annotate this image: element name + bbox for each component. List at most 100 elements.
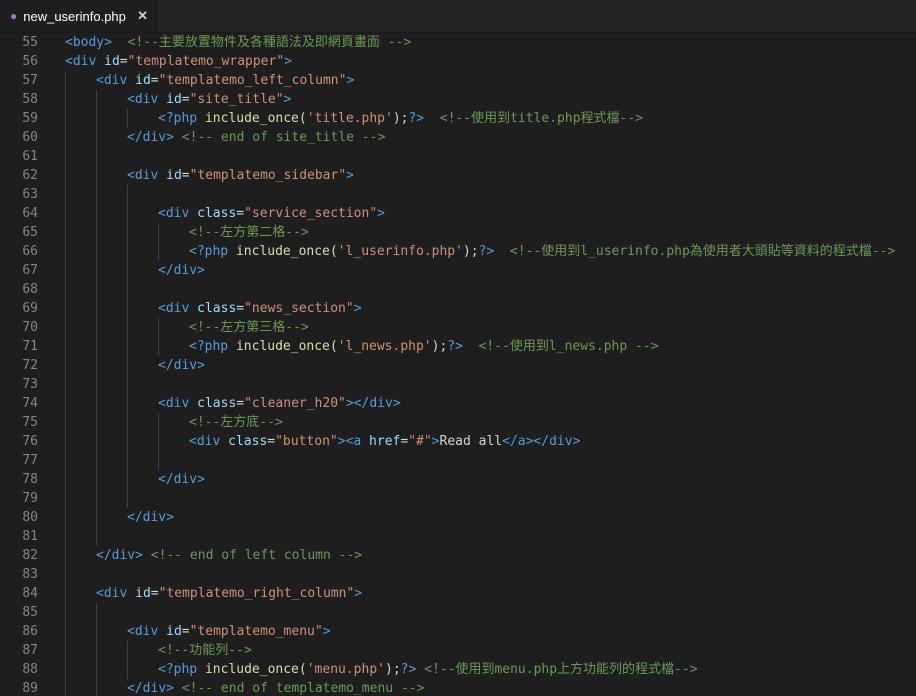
line-number: 70 xyxy=(22,320,38,335)
code-line[interactable]: 62 <div id="templatemo_sidebar"> xyxy=(0,166,916,185)
editor-tab[interactable]: ● new_userinfo.php ✕ xyxy=(0,0,158,32)
code-line[interactable]: 79 xyxy=(0,489,916,508)
code-token: 'menu.php' xyxy=(306,662,385,677)
code-token: ( xyxy=(298,111,307,126)
code-token: <!-- end of left column --> xyxy=(150,548,363,563)
code-line[interactable]: 75 <!--左方底--> xyxy=(0,413,916,432)
code-editor[interactable]: 55 <body> <!--主要放置物件及各種語法及即網頁畫面 --> 56 <div… xyxy=(0,33,916,696)
code-token: "templatemo_sidebar" xyxy=(189,168,347,183)
code-line[interactable]: 73 xyxy=(0,375,916,394)
code-text: </div> <!-- end of templatemo_menu --> xyxy=(127,679,424,696)
code-line[interactable]: 55 <body> <!--主要放置物件及各種語法及即網頁畫面 --> xyxy=(0,33,916,52)
code-token: ( xyxy=(329,244,338,259)
code-token: 'title.php' xyxy=(306,111,393,126)
code-line[interactable]: 76 <div class="button"><a href="#">Read a… xyxy=(0,432,916,451)
indent-guide xyxy=(65,470,66,489)
indent-guide xyxy=(65,71,66,90)
code-line[interactable]: 72 </div> xyxy=(0,356,916,375)
code-line[interactable]: 78 </div> xyxy=(0,470,916,489)
code-token: > xyxy=(322,624,331,639)
indent-guide xyxy=(127,356,128,375)
indent-guide xyxy=(65,489,66,508)
code-line[interactable]: 83 xyxy=(0,565,916,584)
code-token: <!--使用到l_news.php --> xyxy=(478,339,659,354)
indent-guide xyxy=(96,603,97,622)
code-line[interactable]: 71 <?php include_once('l_news.php');?> <!… xyxy=(0,337,916,356)
code-line[interactable]: 85 xyxy=(0,603,916,622)
code-token: ?> xyxy=(408,111,425,126)
code-line[interactable]: 84 <div id="templatemo_right_column"> xyxy=(0,584,916,603)
code-line[interactable]: 58 <div id="site_title"> xyxy=(0,90,916,109)
code-token: class xyxy=(197,301,237,316)
code-text: <?php include_once('title.php');?> <!--使… xyxy=(158,109,643,128)
indent-guide xyxy=(96,90,97,109)
line-number: 82 xyxy=(22,548,38,563)
code-line[interactable]: 60 </div> <!-- end of site_title --> xyxy=(0,128,916,147)
indent-guide xyxy=(127,318,128,337)
code-line[interactable]: 66 <?php include_once('l_userinfo.php');?… xyxy=(0,242,916,261)
indent-guide xyxy=(127,223,128,242)
line-number: 71 xyxy=(22,339,38,354)
code-token: > xyxy=(354,586,363,601)
line-number: 67 xyxy=(22,263,38,278)
indent-guide xyxy=(96,299,97,318)
code-line[interactable]: 56 <div id="templatemo_wrapper"> xyxy=(0,52,916,71)
code-token: </div> xyxy=(158,472,205,487)
indent-guide xyxy=(65,242,66,261)
code-line[interactable]: 64 <div class="service_section"> xyxy=(0,204,916,223)
code-token: = xyxy=(400,434,409,449)
line-number: 55 xyxy=(22,35,38,50)
code-token: <!-- end of templatemo_menu --> xyxy=(181,681,425,696)
code-line[interactable]: 88 <?php include_once('menu.php');?> <!--… xyxy=(0,660,916,679)
indent-guide xyxy=(96,204,97,223)
code-token: include_once xyxy=(204,111,299,126)
code-token: <div xyxy=(158,301,198,316)
indent-guide xyxy=(65,90,66,109)
code-line[interactable]: 81 xyxy=(0,527,916,546)
code-line[interactable]: 77 xyxy=(0,451,916,470)
indent-guide xyxy=(127,641,128,660)
code-token: <div xyxy=(189,434,229,449)
code-token: id xyxy=(166,624,182,639)
close-icon[interactable]: ✕ xyxy=(137,8,148,24)
code-token: = xyxy=(267,434,276,449)
line-number: 74 xyxy=(22,396,38,411)
code-line[interactable]: 59 <?php include_once('title.php');?> <!-… xyxy=(0,109,916,128)
code-line[interactable]: 80 </div> xyxy=(0,508,916,527)
code-line[interactable]: 86 <div id="templatemo_menu"> xyxy=(0,622,916,641)
indent-guide xyxy=(96,337,97,356)
code-token: class xyxy=(228,434,268,449)
code-token: ( xyxy=(329,339,338,354)
code-line[interactable]: 89 </div> <!-- end of templatemo_menu --> xyxy=(0,679,916,696)
indent-guide xyxy=(65,375,66,394)
indent-guide xyxy=(96,128,97,147)
code-line[interactable]: 61 xyxy=(0,147,916,166)
indent-guide xyxy=(96,356,97,375)
code-token: id xyxy=(166,168,182,183)
indent-guide xyxy=(96,413,97,432)
code-line[interactable]: 57 <div id="templatemo_left_column"> xyxy=(0,71,916,90)
code-line[interactable]: 63 xyxy=(0,185,916,204)
code-token: </div> xyxy=(158,263,205,278)
code-token: ); xyxy=(385,662,401,677)
indent-guide xyxy=(65,147,66,166)
code-line[interactable]: 74 <div class="cleaner_h20"></div> xyxy=(0,394,916,413)
indent-guide xyxy=(127,242,128,261)
line-number: 68 xyxy=(22,282,38,297)
code-line[interactable]: 82 </div> <!-- end of left column --> xyxy=(0,546,916,565)
indent-guide xyxy=(65,109,66,128)
code-line[interactable]: 67 </div> xyxy=(0,261,916,280)
code-token: = xyxy=(181,168,190,183)
indent-guide xyxy=(158,451,159,470)
code-text: <?php include_once('menu.php');?> <!--使用… xyxy=(158,660,698,679)
tab-bar: ● new_userinfo.php ✕ xyxy=(0,0,916,33)
code-token: <div xyxy=(127,92,167,107)
code-token: <!--功能列--> xyxy=(158,643,252,658)
code-line[interactable]: 68 xyxy=(0,280,916,299)
indent-guide xyxy=(96,185,97,204)
code-line[interactable]: 69 <div class="news_section"> xyxy=(0,299,916,318)
code-line[interactable]: 65 <!--左方第二格--> xyxy=(0,223,916,242)
code-line[interactable]: 87 <!--功能列--> xyxy=(0,641,916,660)
code-line[interactable]: 70 <!--左方第三格--> xyxy=(0,318,916,337)
